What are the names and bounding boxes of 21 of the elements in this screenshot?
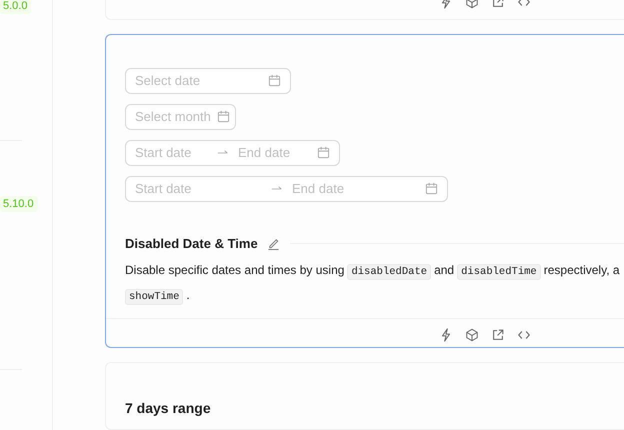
external-link-icon[interactable] <box>491 328 505 342</box>
calendar-icon <box>317 146 330 160</box>
date-picker[interactable]: Select date <box>125 68 291 94</box>
date-range-picker[interactable]: Start date End date <box>125 176 448 202</box>
end-date-input[interactable]: End date <box>292 181 419 196</box>
start-date-input[interactable]: Start date <box>135 145 208 160</box>
calendar-icon <box>268 74 281 88</box>
version-badge: 5.0.0 <box>0 0 32 14</box>
edit-icon[interactable] <box>266 236 280 250</box>
end-date-input[interactable]: End date <box>238 145 311 160</box>
date-range-picker[interactable]: Start date End date <box>125 140 340 166</box>
start-date-input[interactable]: Start date <box>135 181 262 196</box>
date-picker[interactable]: Select month <box>125 104 236 130</box>
calendar-icon <box>216 110 230 124</box>
version-badge: 5.10.0 <box>0 196 38 212</box>
cube-icon[interactable] <box>465 328 479 342</box>
calendar-icon <box>425 182 438 196</box>
description-text: Disable specific dates and times by using disabledDate and disabledTime respectively, a showTime . <box>125 262 621 307</box>
section-title: Disabled Date & Time <box>125 236 258 251</box>
section-title: 7 days range <box>125 400 211 416</box>
lightning-icon[interactable] <box>439 328 453 342</box>
